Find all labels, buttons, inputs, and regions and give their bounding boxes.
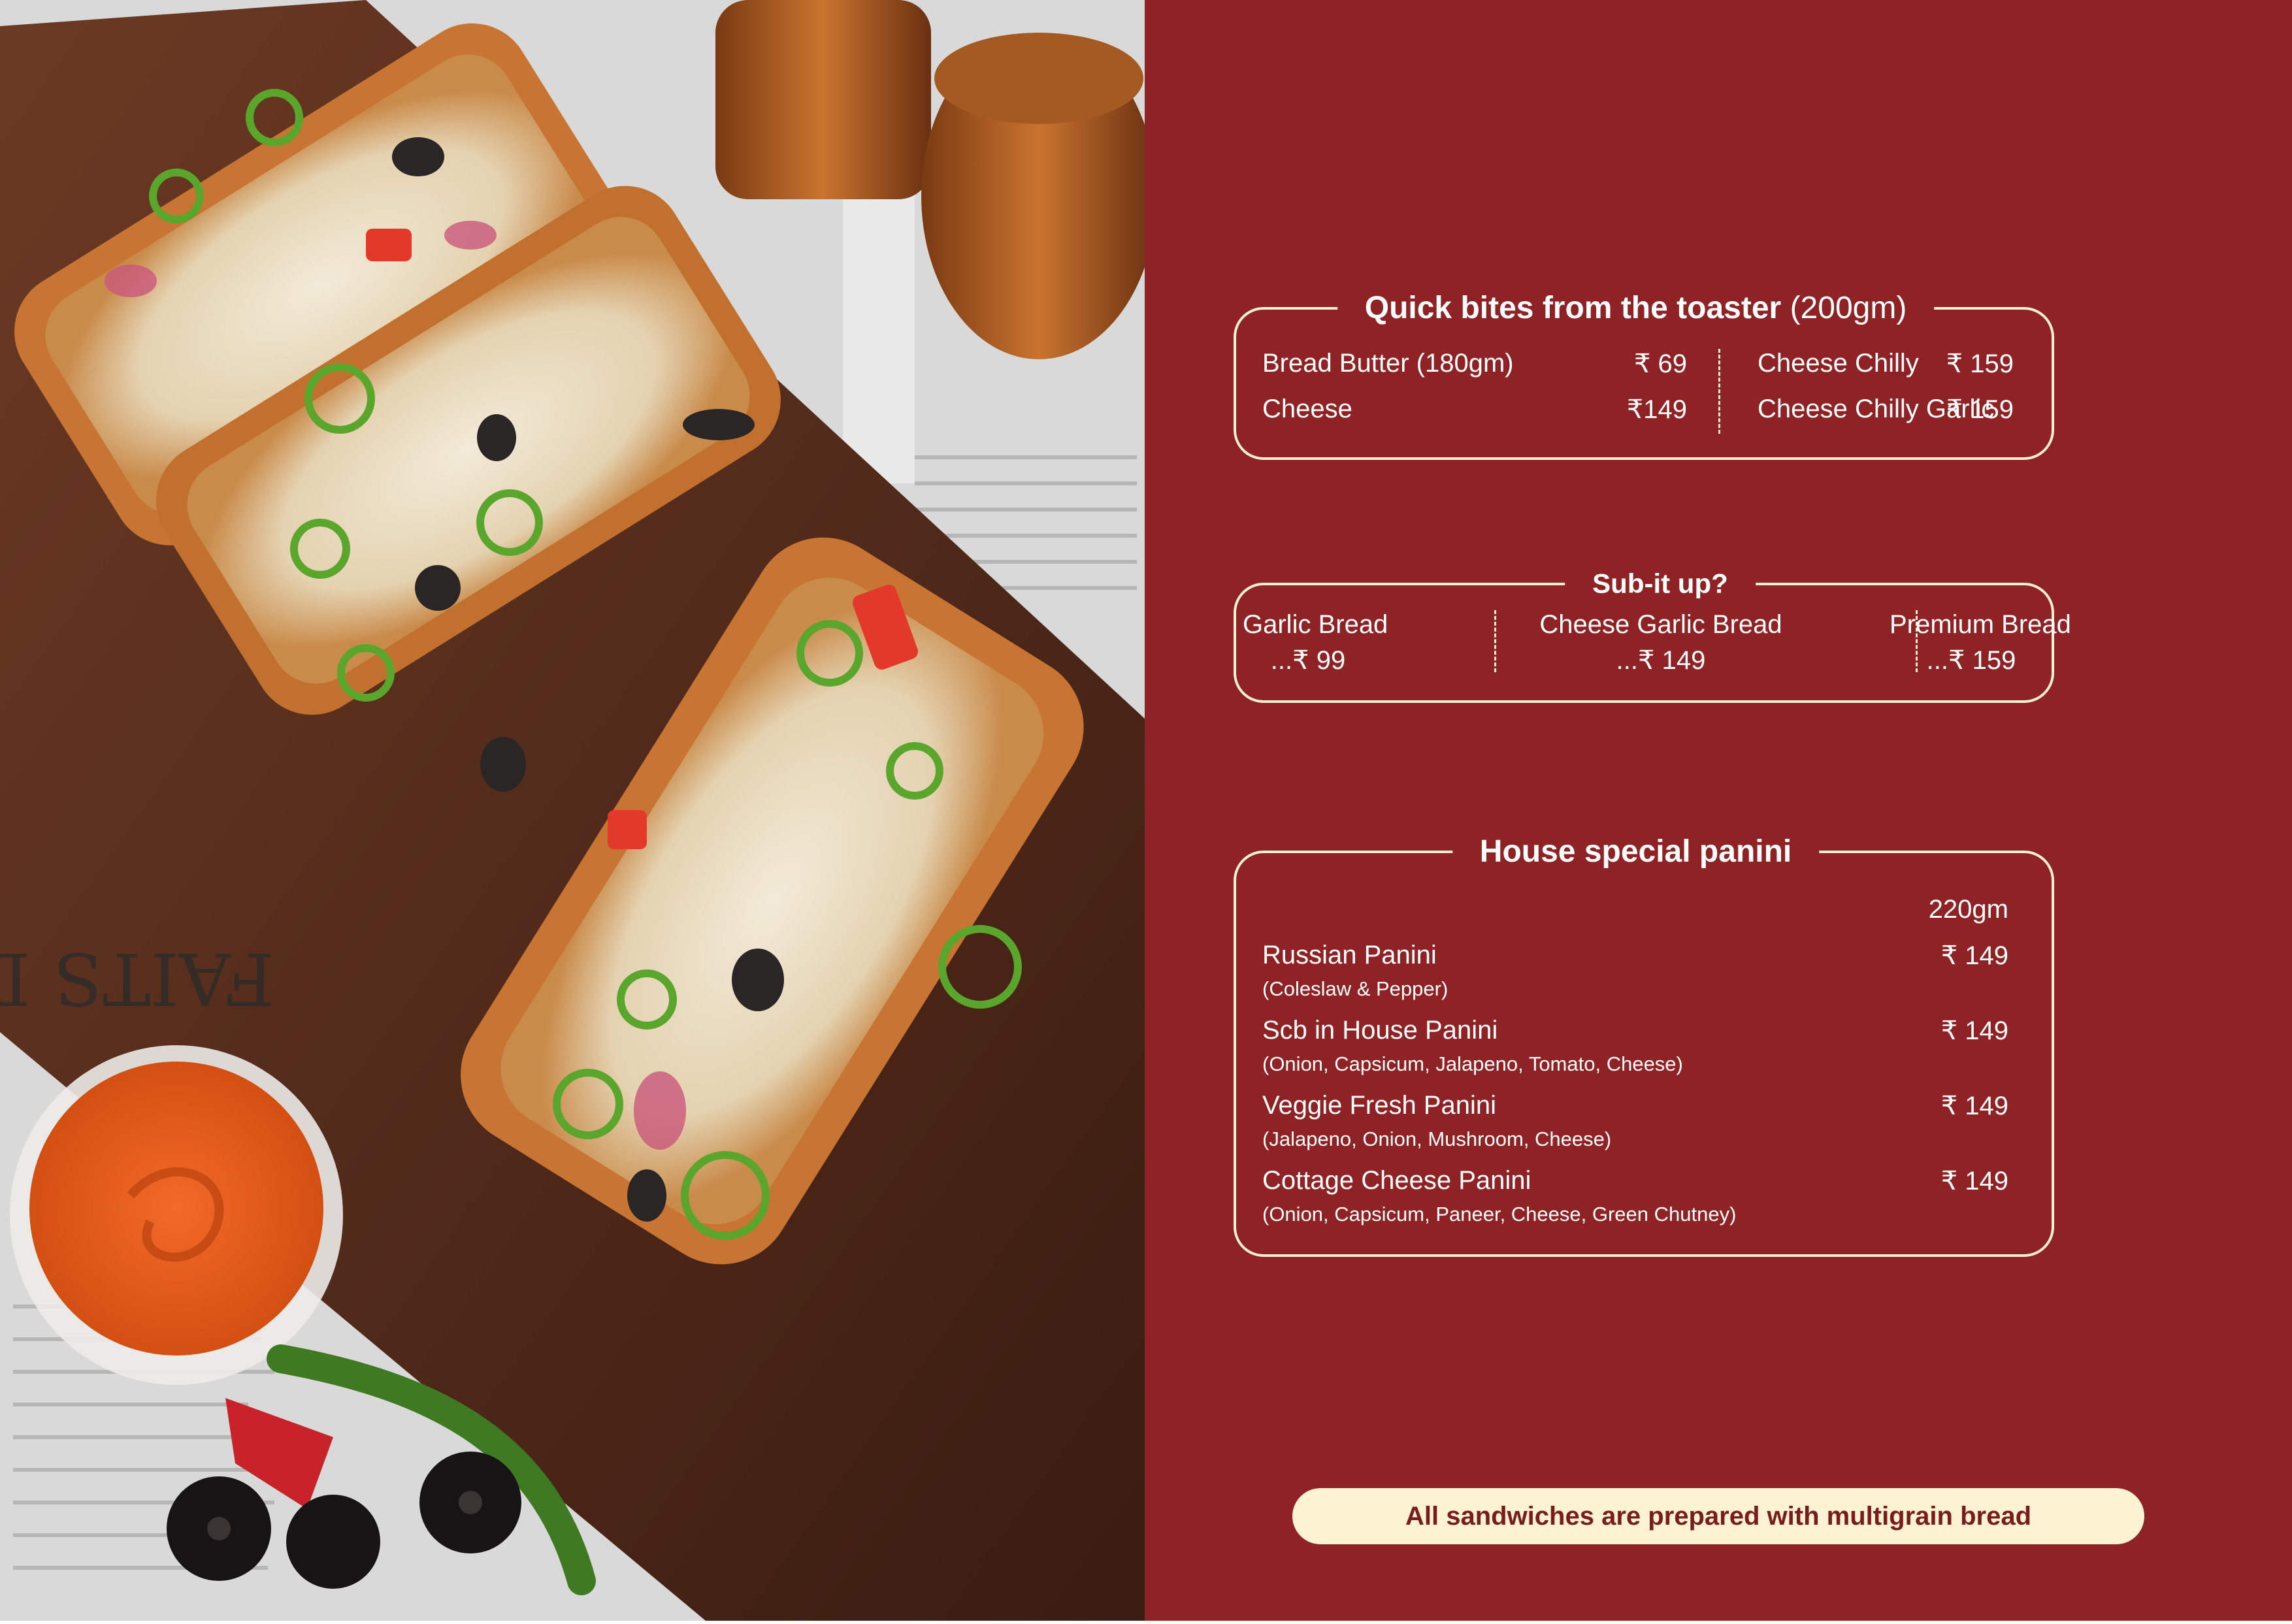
menu-item-description: (Onion, Capsicum, Jalapeno, Tomato, Chee… [1262,1052,1683,1075]
multigrain-note: All sandwiches are prepared with multigr… [1292,1488,2144,1544]
menu-item-price: ₹ 159 [1946,349,2014,378]
menu-item-price: ₹149 [1626,395,1687,424]
menu-item-name: Russian Panini [1262,941,1437,969]
menu-item-price: ₹ 149 [1940,941,2008,970]
menu-item-price: ₹ 149 [1940,1167,2008,1195]
sub-it-up-title: Sub-it up? [1565,568,1756,600]
menu-item-name: Cheese Garlic Bread [1539,610,1782,639]
column-divider [1494,610,1496,672]
menu-item-name: Cheese Chilly [1758,349,1919,378]
quick-bites-section: Quick bites from the toaster (200gm) Bre… [1234,289,2054,460]
menu-item-price: ...₹ 159 [1926,646,2016,675]
quick-bites-title-weight: (200gm) [1790,290,1907,325]
menu-item-price: ₹ 149 [1940,1092,2008,1120]
panini-weight: 220gm [1928,895,2008,924]
menu-item-name: Garlic Bread [1243,610,1388,639]
menu-item-price: ...₹ 149 [1616,646,1706,675]
menu-item-price: ₹ 149 [1940,1016,2008,1045]
sub-it-up-section: Sub-it up? Garlic Bread ...₹ 99 Cheese G… [1234,568,2071,703]
menu-item-price: ₹ 159 [1946,395,2014,424]
panini-section: House special panini 220gm Russian Panin… [1234,833,2054,1257]
menu-item-name: Scb in House Panini [1262,1016,1498,1045]
menu-item-description: (Onion, Capsicum, Paneer, Cheese, Green … [1262,1203,1737,1226]
menu-item-price: ...₹ 99 [1270,646,1346,675]
column-divider [1718,349,1720,434]
menu-item-price: ₹ 69 [1633,349,1687,378]
menu-item-description: (Coleslaw & Pepper) [1262,977,1449,1000]
menu-item-name: Veggie Fresh Panini [1262,1091,1497,1120]
quick-bites-title: Quick bites from the toaster (200gm) [1337,289,1935,326]
panini-title: House special panini [1452,833,1820,869]
svg-text:FAITS D: FAITS D [0,937,274,1020]
quick-bites-title-bold: Quick bites from the toaster [1364,290,1782,325]
garlic-bread-photo: FAITS D [0,0,1156,1621]
menu-item-name: Cottage Cheese Panini [1262,1166,1531,1195]
menu-item-name: Premium Bread [1890,610,2071,639]
menu-item-name: Bread Butter (180gm) [1262,349,1514,378]
menu-item-name: Cheese [1262,395,1352,423]
menu-panel: Quick bites from the toaster (200gm) Bre… [1145,0,2292,1621]
menu-item-description: (Jalapeno, Onion, Mushroom, Cheese) [1262,1128,1612,1150]
photo-illustration: FAITS D [0,0,1156,1621]
